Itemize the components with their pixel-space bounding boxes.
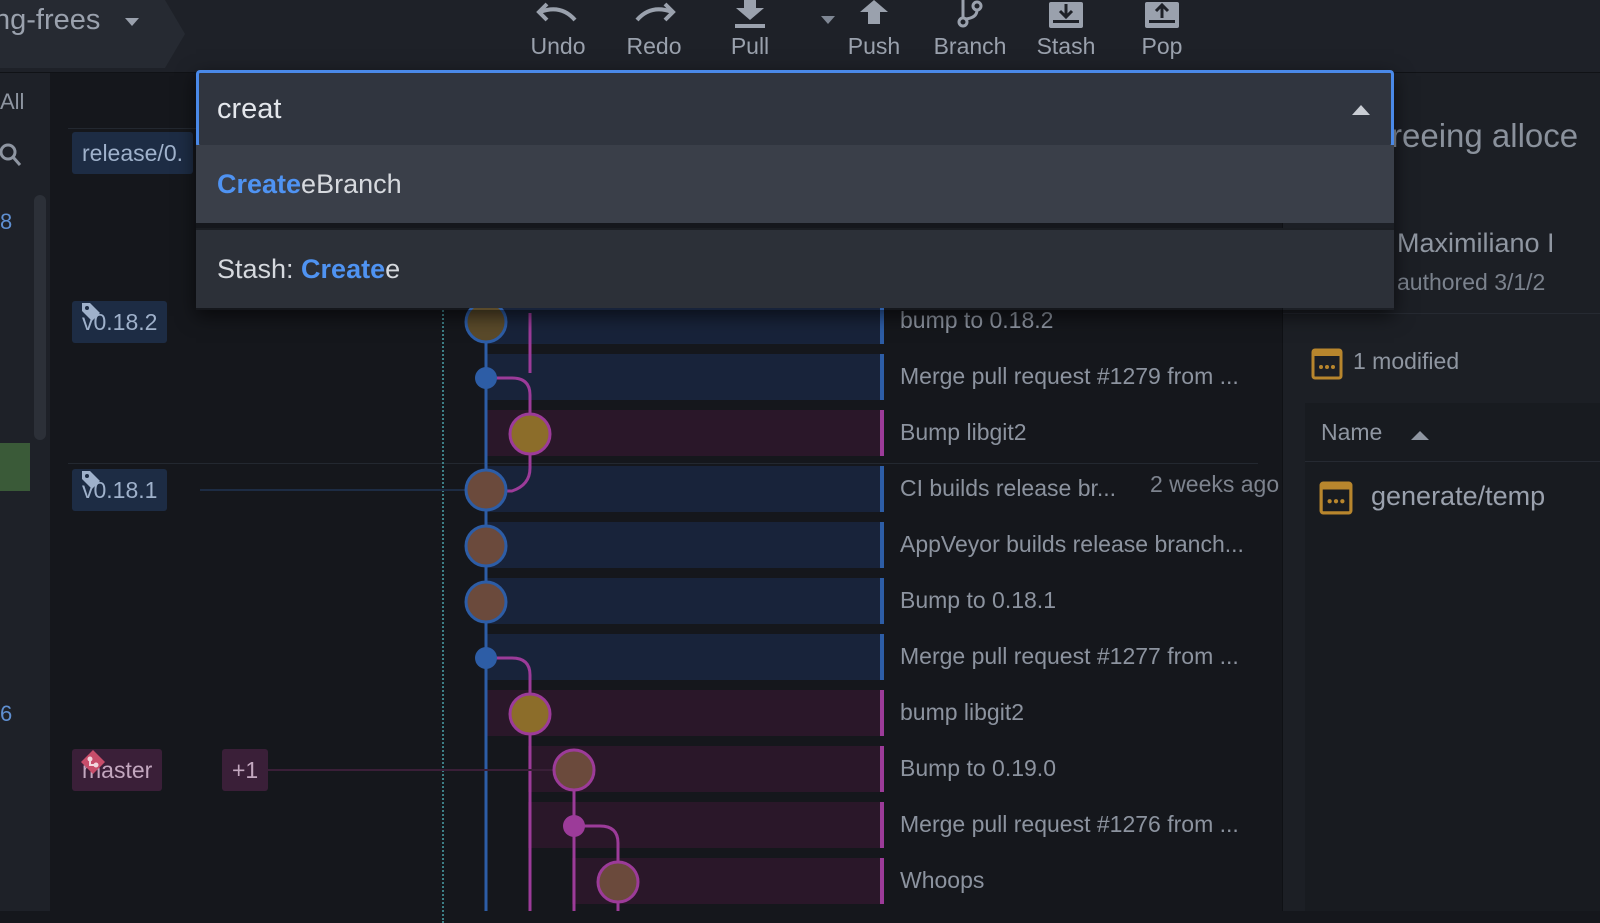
- divider: [1305, 461, 1600, 462]
- file-row[interactable]: generate/temp: [1319, 481, 1545, 522]
- commit-message[interactable]: Merge pull request #1279 from ...: [900, 363, 1239, 390]
- commit-author: Maximiliano I: [1397, 228, 1555, 258]
- undo-label: Undo: [530, 33, 586, 59]
- command-palette-input-box[interactable]: [196, 70, 1394, 148]
- commit-message[interactable]: Merge pull request #1276 from ...: [900, 811, 1239, 838]
- ref-release-branch[interactable]: release/0.: [72, 132, 194, 174]
- ref-branch-master[interactable]: master: [72, 749, 163, 791]
- filter-all[interactable]: All: [0, 89, 24, 115]
- sidebar-count-b: 6: [0, 701, 13, 726]
- redo-icon: [635, 2, 676, 22]
- option-rest: e: [385, 254, 401, 284]
- branch-icon: [957, 0, 983, 28]
- option-rest: eBranch: [301, 169, 402, 199]
- ref-tag-v0-18-1[interactable]: v0.18.1: [72, 469, 168, 511]
- commit-message[interactable]: bump to 0.18.2: [900, 307, 1053, 334]
- push-icon: [860, 0, 888, 24]
- name-column-header[interactable]: Name: [1321, 419, 1382, 446]
- branch-button[interactable]: Branch: [925, 0, 1015, 66]
- ref-tag-v0-18-2[interactable]: v0.18.2: [72, 301, 168, 343]
- file-list: Name generate/temp: [1305, 403, 1600, 911]
- commit-message[interactable]: Merge pull request #1277 from ...: [900, 643, 1239, 670]
- stash-button[interactable]: Stash: [1021, 0, 1111, 66]
- push-button[interactable]: Push: [829, 0, 919, 66]
- commit-message[interactable]: AppVeyor builds release branch...: [900, 531, 1244, 558]
- commit-message[interactable]: Bump to 0.18.1: [900, 587, 1056, 614]
- command-option-stash-create[interactable]: Stash: Createe: [196, 228, 1394, 308]
- undo-button[interactable]: Undo: [513, 0, 603, 66]
- branch-label: Branch: [933, 33, 1007, 59]
- commit-authored-date: authored 3/1/2: [1397, 269, 1546, 295]
- modified-label: 1 modified: [1353, 348, 1460, 374]
- commit-message[interactable]: Whoops: [900, 867, 984, 894]
- command-option-text: CreateeBranch: [217, 145, 402, 223]
- commit-time: 2 weeks ago: [1150, 471, 1280, 497]
- pop-icon: [1145, 2, 1179, 28]
- pull-button[interactable]: Pull: [705, 0, 795, 66]
- divider: [1283, 313, 1600, 314]
- tag-icon: [82, 303, 100, 321]
- modified-file-icon: [1311, 348, 1343, 380]
- command-option-create-branch[interactable]: CreateeBranch: [196, 145, 1394, 223]
- left-sidebar: All 8 6: [0, 73, 50, 911]
- pop-button[interactable]: Pop: [1117, 0, 1207, 66]
- pull-icon: [735, 0, 765, 28]
- push-label: Push: [847, 33, 901, 59]
- command-search-input[interactable]: [217, 87, 1317, 131]
- sidebar-count-a: 8: [0, 209, 13, 234]
- option-prefix: Stash:: [217, 254, 302, 284]
- sidebar-highlight: [0, 443, 30, 491]
- file-name: generate/temp: [1371, 481, 1546, 511]
- redo-label: Redo: [626, 33, 682, 59]
- modified-count: 1 modified: [1311, 348, 1459, 386]
- toolbar: ng-frees Undo Redo Pull Push Branch Stas…: [0, 0, 1600, 73]
- stash-label: Stash: [1036, 33, 1096, 59]
- collapse-caret-icon[interactable]: [1352, 105, 1370, 115]
- ref-label: +1: [232, 757, 259, 783]
- commit-title: reeing alloce: [1391, 117, 1579, 154]
- repo-name[interactable]: ng-frees: [0, 4, 100, 37]
- ref-more-count[interactable]: +1: [222, 749, 269, 791]
- undo-icon: [536, 2, 577, 22]
- ref-label: release/0.: [82, 140, 184, 166]
- sidebar-scrollbar[interactable]: [34, 195, 46, 440]
- search-icon[interactable]: [0, 143, 24, 174]
- commit-message[interactable]: Bump to 0.19.0: [900, 755, 1056, 782]
- pull-label: Pull: [730, 33, 770, 59]
- pop-label: Pop: [1141, 33, 1183, 59]
- command-option-text: Stash: Createe: [217, 230, 400, 308]
- commit-message[interactable]: Bump libgit2: [900, 419, 1027, 446]
- chevron-down-icon[interactable]: [125, 18, 139, 26]
- tag-icon: [82, 471, 100, 489]
- sort-ascending-icon[interactable]: [1411, 431, 1429, 440]
- remote-branch-icon: [81, 750, 105, 774]
- redo-button[interactable]: Redo: [609, 0, 699, 66]
- stash-icon: [1049, 2, 1083, 28]
- commit-message[interactable]: CI builds release br...: [900, 475, 1116, 502]
- commit-message[interactable]: bump libgit2: [900, 699, 1024, 726]
- modified-file-icon: [1319, 481, 1353, 515]
- option-match-highlight: Create: [301, 254, 386, 284]
- command-palette: CreateeBranch Stash: Createe: [196, 70, 1394, 310]
- option-match-highlight: Create: [217, 169, 302, 199]
